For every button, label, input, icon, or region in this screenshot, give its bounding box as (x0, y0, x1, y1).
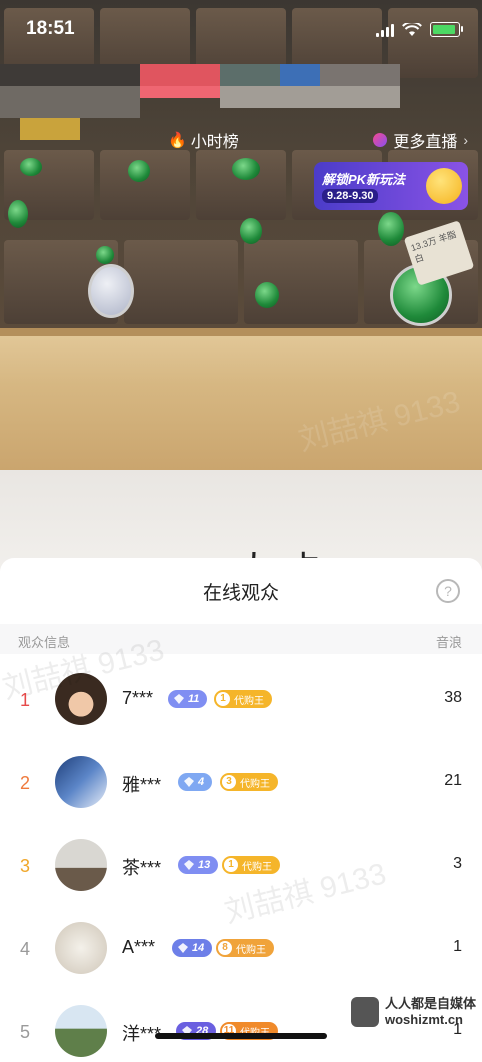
shelf-edge (0, 328, 482, 336)
diamond-icon (184, 860, 194, 870)
pk-banner-dates: 9.28-9.30 (322, 189, 379, 203)
jade-pendant (128, 160, 150, 182)
jade-pendant (232, 158, 260, 180)
diamond-icon (174, 694, 184, 704)
cellular-signal-icon (376, 23, 394, 37)
avatar[interactable] (55, 1005, 107, 1057)
jade-pendant (240, 218, 262, 244)
status-bar: 18:51 (0, 0, 482, 56)
level-number: 14 (192, 942, 205, 954)
level-number: 11 (188, 693, 200, 705)
jade-pendant (378, 212, 404, 246)
site-name: 人人都是自媒体 (384, 996, 476, 1011)
pk-promo-banner[interactable]: 解锁PK新玩法 9.28-9.30 (314, 162, 468, 210)
daigou-badge: 3 代购王 (220, 773, 278, 791)
daigou-badge: 1 代购王 (222, 856, 280, 874)
white-pendant (88, 264, 134, 318)
diamond-icon (184, 777, 194, 787)
pk-banner-title: 解锁PK新玩法 (322, 172, 406, 187)
viewer-row[interactable]: 2 雅*** 4 3 代购王 21 (0, 753, 482, 813)
badge-number: 1 (224, 858, 238, 872)
jade-pendant (20, 158, 42, 176)
avatar[interactable] (55, 839, 107, 891)
site-logo: 人人都是自媒体 woshizmt.cn (350, 996, 476, 1028)
daigou-badge: 1 代购王 (214, 690, 272, 708)
emoji-face-icon (426, 168, 462, 204)
microphone-logo-icon (350, 997, 379, 1027)
sheet-title: 在线观众 (202, 583, 279, 604)
battery-icon (430, 22, 463, 37)
badge-text: 代购王 (236, 944, 266, 956)
viewer-rank: 5 (20, 1022, 31, 1042)
sound-wave-score: 38 (444, 689, 462, 706)
level-number: 13 (198, 859, 211, 871)
hour-rank-button[interactable]: 🔥 小时榜 (168, 128, 239, 152)
level-badge: 13 (178, 856, 219, 874)
more-live-button[interactable]: 更多直播 › (373, 128, 468, 152)
home-indicator[interactable] (155, 1033, 327, 1039)
viewer-rank: 4 (20, 939, 31, 959)
badge-number: 3 (222, 775, 236, 789)
viewer-name: 7*** (122, 688, 154, 708)
viewer-rank: 3 (20, 856, 31, 876)
wifi-icon (402, 22, 422, 36)
avatar[interactable] (55, 922, 107, 974)
status-time: 18:51 (26, 18, 75, 39)
jade-pendant (8, 200, 28, 228)
badge-text: 代购王 (234, 695, 264, 707)
viewer-name: 雅*** (122, 775, 162, 795)
badge-number: 1 (216, 692, 230, 706)
column-sound-wave: 音浪 (435, 635, 462, 650)
status-icons (376, 22, 463, 37)
sound-wave-score: 1 (453, 938, 462, 955)
jade-pendant (96, 246, 114, 264)
badge-text: 代购王 (242, 861, 272, 873)
sound-wave-score: 21 (444, 772, 462, 789)
live-video-background: 13.3万 羊脂白 人 卡 (0, 0, 482, 600)
hour-rank-label: 小时榜 (190, 134, 239, 151)
sound-wave-score: 3 (453, 855, 462, 872)
help-icon[interactable]: ? (436, 579, 460, 603)
badge-number: 8 (218, 941, 232, 955)
avatar[interactable] (55, 756, 107, 808)
online-audience-sheet: 在线观众 ? 观众信息 音浪 1 7*** 11 1 代购王 38 2 雅*** … (0, 558, 482, 1057)
jade-pendant (255, 282, 279, 308)
more-live-label: 更多直播 (393, 134, 458, 151)
more-live-icon (373, 133, 388, 147)
level-badge: 11 (168, 690, 208, 708)
badge-text: 代购王 (240, 778, 270, 790)
level-badge: 4 (178, 773, 213, 791)
viewer-name: 茶*** (122, 858, 162, 878)
diamond-icon (178, 943, 188, 953)
chevron-right-icon: › (463, 132, 468, 148)
level-badge: 14 (172, 939, 213, 957)
site-url: woshizmt.cn (384, 1012, 463, 1027)
fire-icon: 🔥 (168, 132, 187, 149)
viewer-name: A*** (122, 937, 156, 957)
daigou-badge: 8 代购王 (216, 939, 274, 957)
level-number: 4 (198, 776, 205, 788)
viewer-rank: 2 (20, 773, 31, 793)
